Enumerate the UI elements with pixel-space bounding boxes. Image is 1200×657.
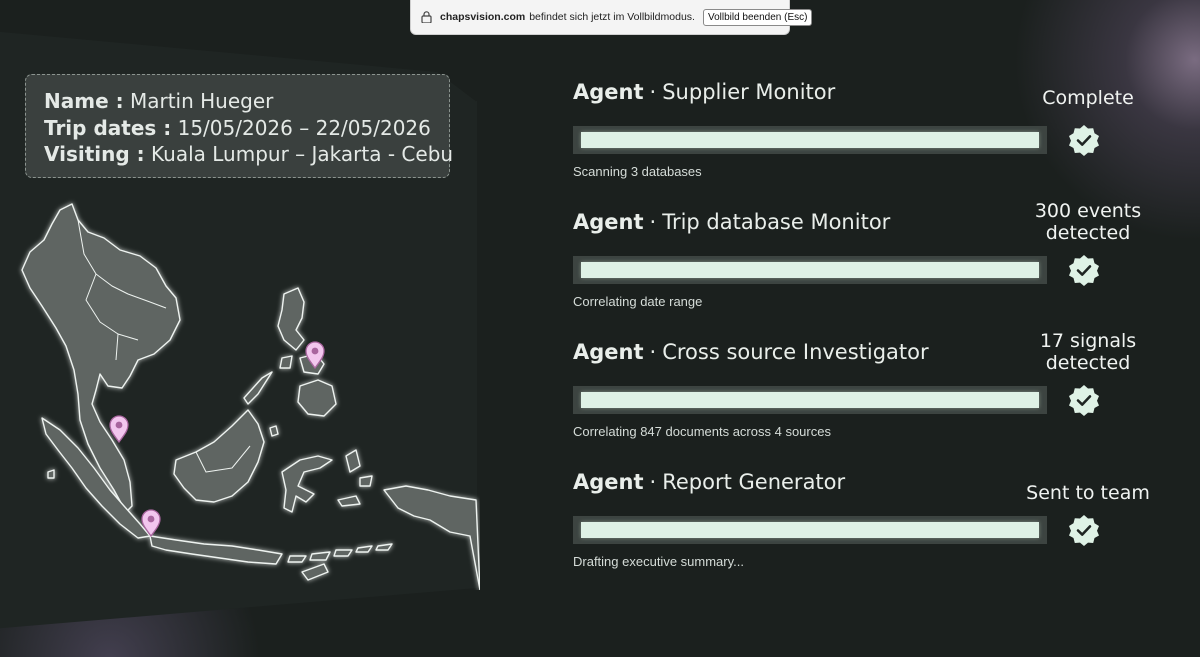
fullscreen-notice: chapsvision.com befindet sich jetzt im V… [410,0,813,35]
traveler-name: Martin Hueger [129,89,274,113]
progress-bar-fill [581,522,1039,538]
fullscreen-host: chapsvision.com [440,11,526,23]
traveler-info-box: Name : Martin Hueger Trip dates : 15/05/… [25,74,453,178]
pin-kuala-lumpur-icon [109,415,129,444]
agent-name: Supplier Monitor [662,80,836,104]
borneo-landmass [173,409,265,503]
check-badge-icon [1069,385,1099,416]
progress-bar [573,256,1047,284]
agent-status: Complete [1042,87,1134,109]
agent-supplier-monitor: Agent · Supplier Monitor Complete Scanning… [573,79,1173,179]
visiting-cities: Kuala Lumpur – Jakarta - Cebu [151,142,454,166]
screen: chapsvision.com befindet sich jetzt im V… [0,0,1200,657]
agent-report-generator: Agent · Report Generator Sent to team Draf… [573,469,1173,569]
agent-keyword: Agent [573,470,644,494]
agent-separator: · [649,340,657,364]
progress-bar [573,386,1047,414]
agent-name: Report Generator [662,470,846,494]
exit-fullscreen-button[interactable]: Vollbild beenden (Esc) [702,8,813,26]
trip-dates-label: Trip dates : [44,115,172,140]
agent-status: 300 events detected [1034,200,1142,244]
progress-bar [573,126,1047,154]
trip-dates-row: Trip dates : 15/05/2026 – 22/05/2026 [44,115,431,142]
agent-status: Sent to team [1026,482,1150,504]
agent-title: Agent · Supplier Monitor [573,79,835,105]
sulawesi-landmass [281,455,333,513]
progress-bar-fill [581,392,1039,408]
progress-bar-fill [581,262,1039,278]
agent-separator: · [649,210,657,234]
agent-subtitle: Scanning 3 databases [573,164,702,179]
agent-separator: · [649,470,657,494]
agent-keyword: Agent [573,80,644,104]
luzon-landmass [277,287,305,351]
lock-icon [421,11,432,23]
check-badge-icon [1069,515,1099,546]
agent-status: 17 signals detected [1039,330,1137,374]
agent-name: Trip database Monitor [662,210,891,234]
agent-title: Agent · Report Generator [573,469,845,495]
agent-subtitle: Correlating date range [573,294,703,309]
southeast-asia-map [21,203,480,590]
visiting-row: Visiting : Kuala Lumpur – Jakarta - Cebu [44,141,453,168]
agent-name: Cross source Investigator [662,340,929,364]
check-badge-icon [1069,255,1099,286]
check-badge-icon [1069,125,1099,156]
agent-subtitle: Drafting executive summary... [573,554,744,569]
trip-dates: 15/05/2026 – 22/05/2026 [177,115,431,140]
agent-separator: · [649,80,657,104]
mindanao-landmass [297,379,337,417]
visiting-label: Visiting : [44,142,145,166]
mainland-landmass [21,203,181,513]
fullscreen-message: befindet sich jetzt im Vollbildmodus. [529,11,695,23]
agent-cross-source-investigator: Agent · Cross source Investigator 17 signa… [573,330,1173,439]
agent-subtitle: Correlating 847 documents across 4 sourc… [573,424,831,439]
name-label: Name : [44,89,124,113]
java-landmass [149,535,283,565]
agent-keyword: Agent [573,340,644,364]
agent-title: Agent · Trip database Monitor [573,209,890,235]
new-guinea-landmass [383,485,480,590]
progress-bar-fill [581,132,1039,148]
traveler-name-row: Name : Martin Hueger [44,88,431,115]
agent-trip-database-monitor: Agent · Trip database Monitor 300 events d… [573,200,1173,309]
agent-keyword: Agent [573,210,644,234]
progress-bar [573,516,1047,544]
agent-title: Agent · Cross source Investigator [573,339,929,365]
